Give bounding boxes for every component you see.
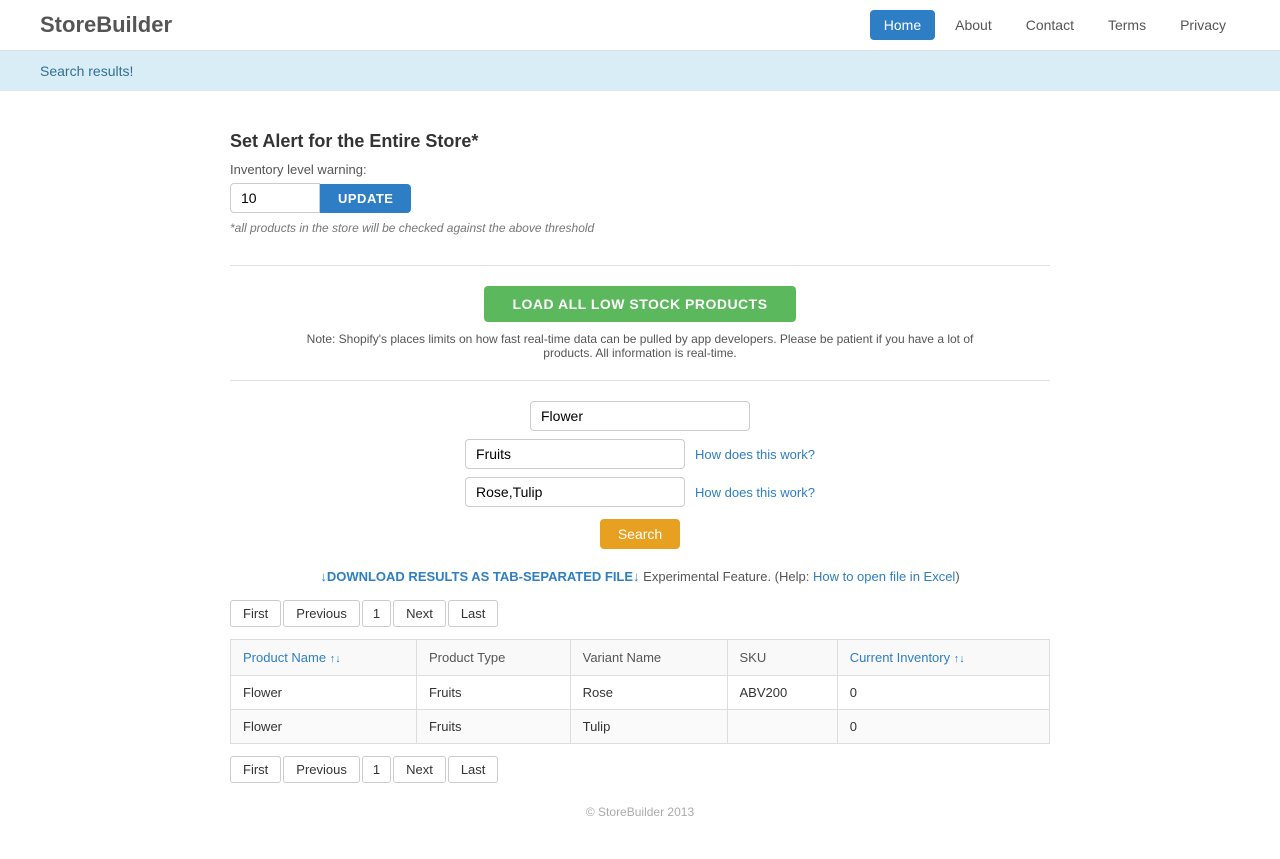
table-row: FlowerFruitsTulip 0 — [231, 710, 1050, 744]
cell-inventory: 0 — [837, 676, 1049, 710]
previous-button-bottom[interactable]: Previous — [283, 756, 360, 783]
cell-variant_name: Tulip — [570, 710, 727, 744]
alert-label: Inventory level warning: — [230, 162, 1050, 177]
nav-link-home[interactable]: Home — [870, 10, 935, 40]
cell-product_name: Flower — [231, 676, 417, 710]
product-type-input[interactable] — [465, 439, 685, 469]
cell-product_type: Fruits — [416, 710, 570, 744]
search-row-3: How does this work? — [465, 477, 815, 507]
pagination-top: First Previous 1 Next Last — [230, 600, 1050, 627]
nav-links: HomeAboutContactTermsPrivacy — [870, 10, 1240, 40]
page-current-top: 1 — [362, 600, 391, 627]
divider-2 — [230, 380, 1050, 381]
next-button-bottom[interactable]: Next — [393, 756, 446, 783]
download-suffix: Experimental Feature. (Help: — [643, 569, 813, 584]
col-product-type: Product Type — [416, 640, 570, 676]
cell-product_type: Fruits — [416, 676, 570, 710]
col-product-name[interactable]: Product Name ↑↓ — [231, 640, 417, 676]
table-header: Product Name ↑↓Product TypeVariant NameS… — [231, 640, 1050, 676]
cell-sku — [727, 710, 837, 744]
alert-note: *all products in the store will be check… — [230, 221, 1050, 235]
table-body: FlowerFruitsRoseABV2000FlowerFruitsTulip… — [231, 676, 1050, 744]
page-current-bottom: 1 — [362, 756, 391, 783]
pagination-bottom: First Previous 1 Next Last — [230, 756, 1050, 783]
nav-link-about[interactable]: About — [941, 10, 1006, 40]
sort-arrows: ↑↓ — [330, 653, 341, 665]
download-link[interactable]: ↓DOWNLOAD RESULTS AS TAB-SEPARATED FILE↓ — [320, 569, 639, 584]
col-variant-name: Variant Name — [570, 640, 727, 676]
nav-link-contact[interactable]: Contact — [1012, 10, 1088, 40]
load-section: LOAD ALL LOW STOCK PRODUCTS Note: Shopif… — [230, 286, 1050, 360]
search-section: How does this work? How does this work? … — [230, 401, 1050, 549]
alert-bar: Search results! — [0, 51, 1280, 91]
footer: © StoreBuilder 2013 — [230, 795, 1050, 839]
first-button-bottom[interactable]: First — [230, 756, 281, 783]
load-low-stock-button[interactable]: LOAD ALL LOW STOCK PRODUCTS — [484, 286, 795, 322]
inventory-warning-input[interactable] — [230, 183, 320, 213]
close-paren: ) — [955, 569, 959, 584]
alert-section: Set Alert for the Entire Store* Inventor… — [230, 131, 1050, 235]
cell-variant_name: Rose — [570, 676, 727, 710]
table-header-row: Product Name ↑↓Product TypeVariant NameS… — [231, 640, 1050, 676]
load-note: Note: Shopify's places limits on how fas… — [290, 332, 990, 360]
last-button-top[interactable]: Last — [448, 600, 499, 627]
how-does-this-work-link-1[interactable]: How does this work? — [695, 447, 815, 462]
search-row-2: How does this work? — [465, 439, 815, 469]
search-row-1 — [530, 401, 750, 431]
excel-help-link[interactable]: How to open file in Excel — [813, 569, 955, 584]
alert-title: Set Alert for the Entire Store* — [230, 131, 1050, 152]
nav-link-privacy[interactable]: Privacy — [1166, 10, 1240, 40]
sort-arrows: ↑↓ — [954, 653, 965, 665]
download-section: ↓DOWNLOAD RESULTS AS TAB-SEPARATED FILE↓… — [230, 569, 1050, 584]
brand-text: StoreBuilder — [40, 12, 172, 37]
nav-link-terms[interactable]: Terms — [1094, 10, 1160, 40]
previous-button-top[interactable]: Previous — [283, 600, 360, 627]
next-button-top[interactable]: Next — [393, 600, 446, 627]
col-current-inventory[interactable]: Current Inventory ↑↓ — [837, 640, 1049, 676]
cell-inventory: 0 — [837, 710, 1049, 744]
alert-row: UPDATE — [230, 183, 1050, 213]
main-content: Set Alert for the Entire Store* Inventor… — [190, 91, 1090, 859]
product-name-input[interactable] — [530, 401, 750, 431]
variant-name-input[interactable] — [465, 477, 685, 507]
divider-1 — [230, 265, 1050, 266]
first-button-top[interactable]: First — [230, 600, 281, 627]
cell-product_name: Flower — [231, 710, 417, 744]
update-button[interactable]: UPDATE — [320, 184, 411, 213]
navbar: StoreBuilder HomeAboutContactTermsPrivac… — [0, 0, 1280, 51]
cell-sku: ABV200 — [727, 676, 837, 710]
last-button-bottom[interactable]: Last — [448, 756, 499, 783]
col-sku: SKU — [727, 640, 837, 676]
brand-logo: StoreBuilder — [40, 12, 172, 38]
results-table: Product Name ↑↓Product TypeVariant NameS… — [230, 639, 1050, 744]
search-button[interactable]: Search — [600, 519, 680, 549]
how-does-this-work-link-2[interactable]: How does this work? — [695, 485, 815, 500]
table-row: FlowerFruitsRoseABV2000 — [231, 676, 1050, 710]
search-btn-row: Search — [600, 515, 680, 549]
